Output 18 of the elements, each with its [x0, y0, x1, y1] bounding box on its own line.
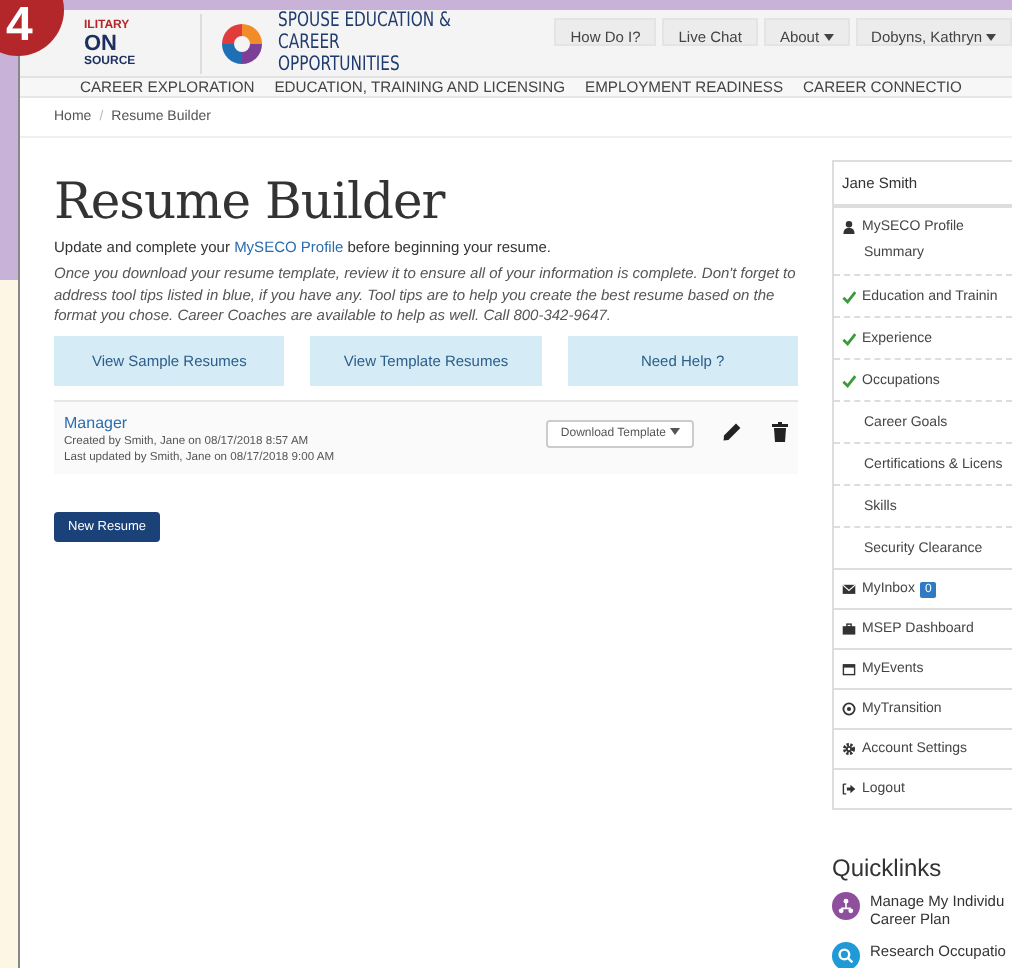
briefcase-icon: [842, 622, 856, 636]
caret-icon: [670, 427, 680, 436]
target-icon: [842, 702, 856, 716]
logout-icon: [842, 782, 856, 796]
org-chart-icon[interactable]: [832, 892, 860, 920]
swirl-logo-icon: [218, 19, 266, 67]
section-title: Quicklinks: [832, 854, 944, 882]
search-icon[interactable]: [832, 942, 860, 968]
user-icon: [842, 220, 856, 234]
brand-title: CAREER OPPORTUNITIES: [278, 32, 402, 76]
calendar-icon: [842, 662, 856, 676]
envelope-icon: [842, 582, 856, 596]
trash-icon[interactable]: [770, 421, 790, 441]
gear-icon: [842, 742, 856, 756]
resume-link[interactable]: Manager: [64, 413, 335, 431]
page-title: Resume Builder: [54, 172, 448, 230]
pencil-icon[interactable]: [722, 421, 742, 441]
brand-title: SPOUSE EDUCATION &: [278, 10, 453, 32]
